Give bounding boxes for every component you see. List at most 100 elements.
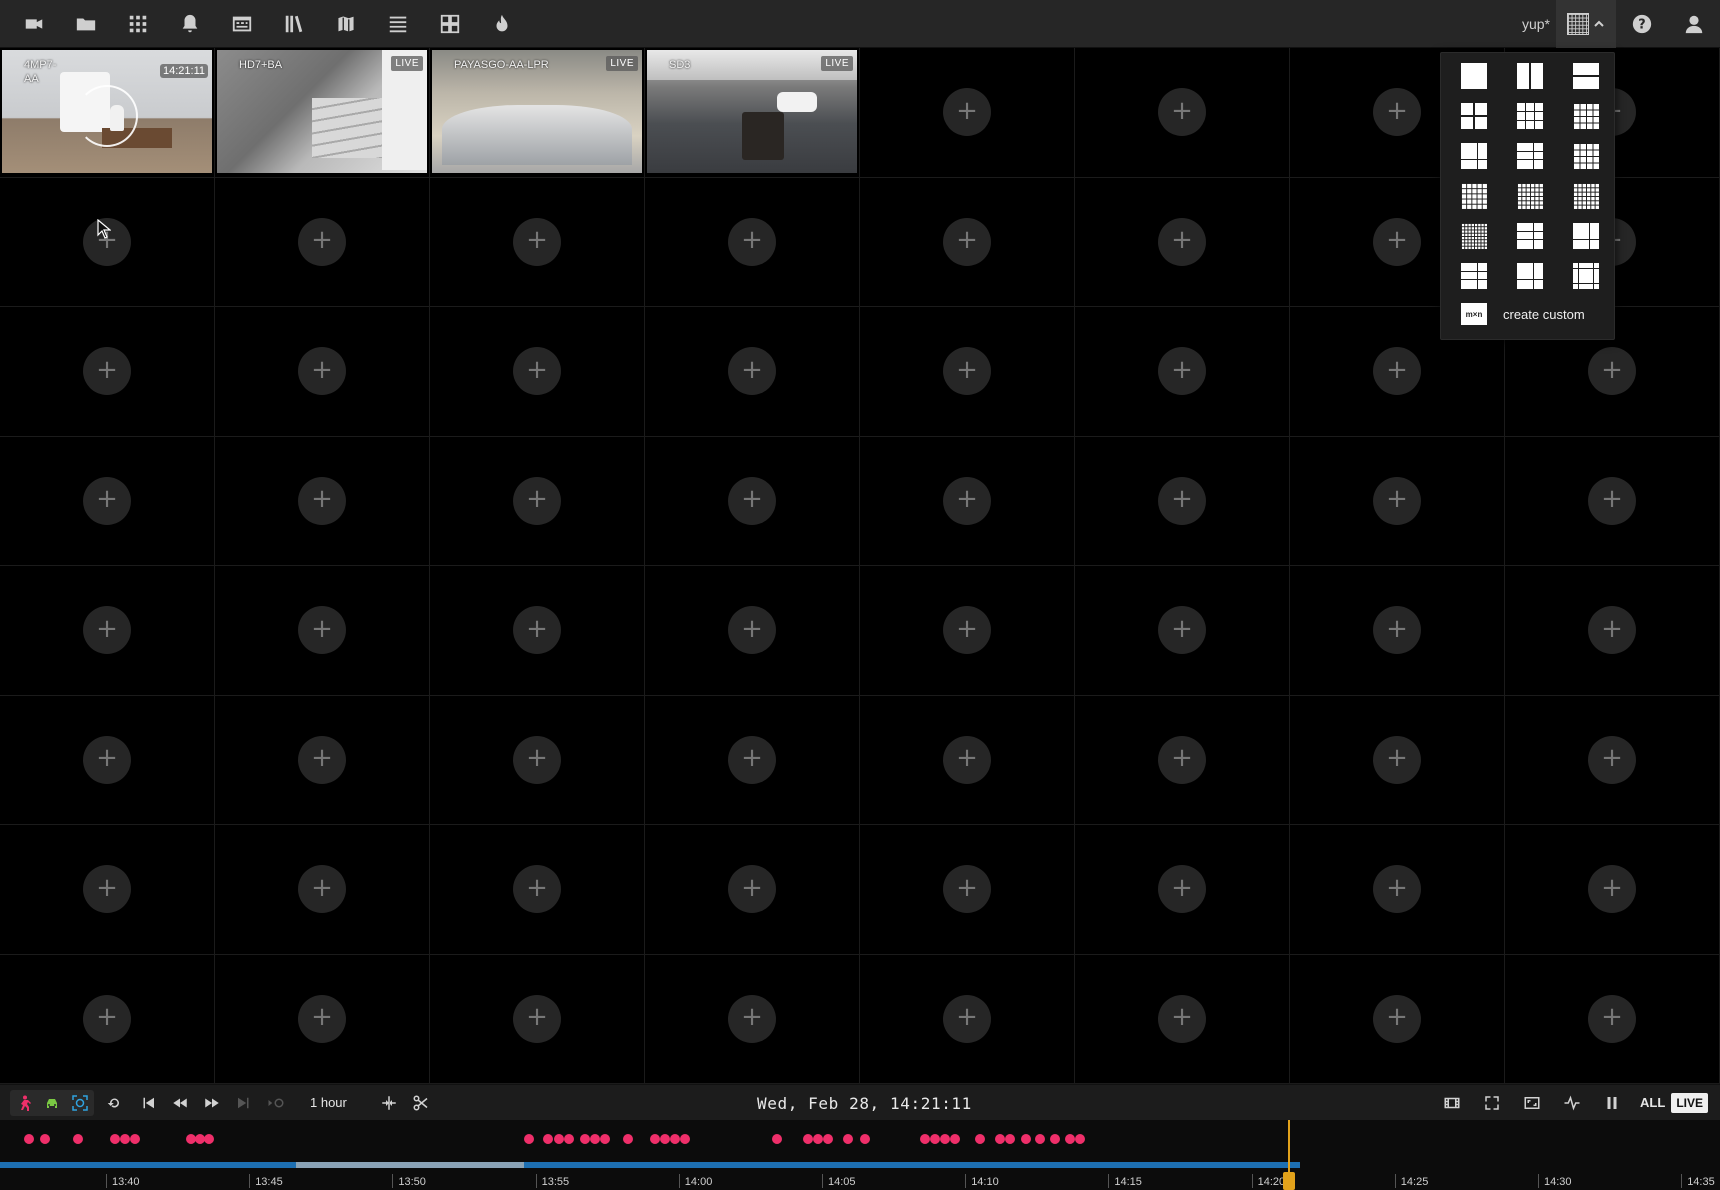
event-marker[interactable] xyxy=(660,1134,670,1144)
empty-slot[interactable]: + xyxy=(1075,695,1290,825)
list-icon[interactable] xyxy=(372,0,424,48)
add-camera-button[interactable]: + xyxy=(83,476,131,525)
add-camera-button[interactable]: + xyxy=(83,994,131,1043)
empty-slot[interactable]: + xyxy=(860,436,1075,566)
empty-slot[interactable]: + xyxy=(860,695,1075,825)
activity-graph-icon[interactable] xyxy=(1552,1085,1592,1121)
event-marker[interactable] xyxy=(940,1134,950,1144)
event-marker[interactable] xyxy=(600,1134,610,1144)
event-marker[interactable] xyxy=(204,1134,214,1144)
empty-slot[interactable]: + xyxy=(0,825,215,955)
folder-icon[interactable] xyxy=(60,0,112,48)
camera-feed[interactable]: HD7+BA LIVE xyxy=(217,50,427,173)
all-events-toggle[interactable]: ALL xyxy=(1640,1095,1665,1110)
event-marker[interactable] xyxy=(1065,1134,1075,1144)
event-marker[interactable] xyxy=(772,1134,782,1144)
empty-slot[interactable]: + xyxy=(1290,954,1505,1084)
add-camera-button[interactable]: + xyxy=(1588,735,1636,784)
add-camera-button[interactable]: + xyxy=(513,606,561,655)
camera-feed[interactable]: SD3 LIVE xyxy=(647,50,857,173)
empty-slot[interactable]: + xyxy=(215,436,430,566)
empty-slot[interactable]: + xyxy=(0,307,215,437)
skip-previous-icon[interactable] xyxy=(132,1085,164,1121)
add-camera-button[interactable]: + xyxy=(298,606,346,655)
empty-slot[interactable]: + xyxy=(1505,825,1720,955)
layout-option-1-7[interactable] xyxy=(1517,143,1543,169)
add-camera-button[interactable]: + xyxy=(1588,994,1636,1043)
pause-icon[interactable] xyxy=(1592,1085,1632,1121)
add-camera-button[interactable]: + xyxy=(1373,217,1421,266)
event-marker[interactable] xyxy=(524,1134,534,1144)
layout-option-5x5[interactable] xyxy=(1461,183,1487,209)
add-camera-button[interactable]: + xyxy=(943,606,991,655)
add-camera-button[interactable]: + xyxy=(1588,606,1636,655)
add-camera-button[interactable]: + xyxy=(1373,865,1421,914)
empty-slot[interactable]: + xyxy=(215,566,430,696)
empty-slot[interactable]: + xyxy=(215,177,430,307)
layout-option-4-12[interactable] xyxy=(1517,263,1543,289)
timeline[interactable]: 13:40 13:45 13:50 13:55 14:00 14:05 14:10 14:15… xyxy=(0,1120,1720,1190)
event-marker[interactable] xyxy=(40,1134,50,1144)
help-icon[interactable]: ? xyxy=(1616,0,1668,48)
person-filter-icon[interactable] xyxy=(10,1090,38,1116)
event-marker[interactable] xyxy=(24,1134,34,1144)
add-camera-button[interactable]: + xyxy=(1158,606,1206,655)
add-camera-button[interactable]: + xyxy=(1158,994,1206,1043)
empty-slot[interactable]: + xyxy=(215,825,430,955)
empty-slot[interactable]: + xyxy=(1075,954,1290,1084)
empty-slot[interactable]: + xyxy=(645,954,860,1084)
aspect-ratio-icon[interactable] xyxy=(1512,1085,1552,1121)
layout-option-1-20[interactable] xyxy=(1573,263,1599,289)
add-camera-button[interactable]: + xyxy=(1588,347,1636,396)
empty-slot[interactable]: + xyxy=(430,436,645,566)
layout-option-6x6[interactable] xyxy=(1517,183,1543,209)
add-camera-button[interactable]: + xyxy=(298,217,346,266)
add-camera-button[interactable]: + xyxy=(1158,347,1206,396)
layout-option-2-horizontal[interactable] xyxy=(1573,63,1599,89)
layout-name[interactable]: yup* xyxy=(1522,16,1550,32)
empty-slot[interactable]: + xyxy=(0,695,215,825)
empty-slot[interactable]: + xyxy=(0,566,215,696)
jump-to-end-icon[interactable] xyxy=(260,1085,292,1121)
empty-slot[interactable]: + xyxy=(1505,954,1720,1084)
event-marker[interactable] xyxy=(120,1134,130,1144)
empty-slot[interactable]: + xyxy=(645,825,860,955)
event-marker[interactable] xyxy=(623,1134,633,1144)
layout-option-7x7[interactable] xyxy=(1573,183,1599,209)
empty-slot[interactable]: + xyxy=(430,695,645,825)
scissors-icon[interactable] xyxy=(405,1085,437,1121)
add-camera-button[interactable]: + xyxy=(943,88,991,137)
add-camera-button[interactable]: + xyxy=(1373,88,1421,137)
camera-feed[interactable]: PAYASGO-AA-LPR LIVE xyxy=(432,50,642,173)
camera-tile[interactable]: HD7+BA LIVE xyxy=(215,48,430,178)
add-camera-button[interactable]: + xyxy=(728,217,776,266)
add-camera-button[interactable]: + xyxy=(513,994,561,1043)
layout-option-1-5[interactable] xyxy=(1461,143,1487,169)
empty-slot[interactable]: + xyxy=(1290,436,1505,566)
event-marker[interactable] xyxy=(813,1134,823,1144)
add-camera-button[interactable]: + xyxy=(1373,994,1421,1043)
event-marker[interactable] xyxy=(590,1134,600,1144)
add-camera-button[interactable]: + xyxy=(943,347,991,396)
add-camera-button[interactable]: + xyxy=(943,476,991,525)
camera-tile[interactable]: SD3 LIVE xyxy=(645,48,860,178)
zoom-timeline-icon[interactable] xyxy=(373,1085,405,1121)
jump-to-start-icon[interactable] xyxy=(100,1085,132,1121)
empty-slot[interactable]: + xyxy=(1290,566,1505,696)
event-marker[interactable] xyxy=(1021,1134,1031,1144)
add-camera-button[interactable]: + xyxy=(1158,735,1206,784)
empty-slot[interactable]: + xyxy=(1505,695,1720,825)
add-camera-button[interactable]: + xyxy=(513,735,561,784)
add-camera-button[interactable]: + xyxy=(943,217,991,266)
vehicle-filter-icon[interactable] xyxy=(38,1090,66,1116)
empty-slot[interactable]: + xyxy=(860,825,1075,955)
event-marker[interactable] xyxy=(73,1134,83,1144)
empty-slot[interactable]: + xyxy=(645,566,860,696)
video-camera-icon[interactable] xyxy=(8,0,60,48)
event-marker[interactable] xyxy=(650,1134,660,1144)
add-camera-button[interactable]: + xyxy=(83,347,131,396)
add-camera-button[interactable]: + xyxy=(1588,476,1636,525)
empty-slot[interactable]: + xyxy=(215,307,430,437)
event-marker[interactable] xyxy=(823,1134,833,1144)
empty-slot[interactable]: + xyxy=(645,695,860,825)
